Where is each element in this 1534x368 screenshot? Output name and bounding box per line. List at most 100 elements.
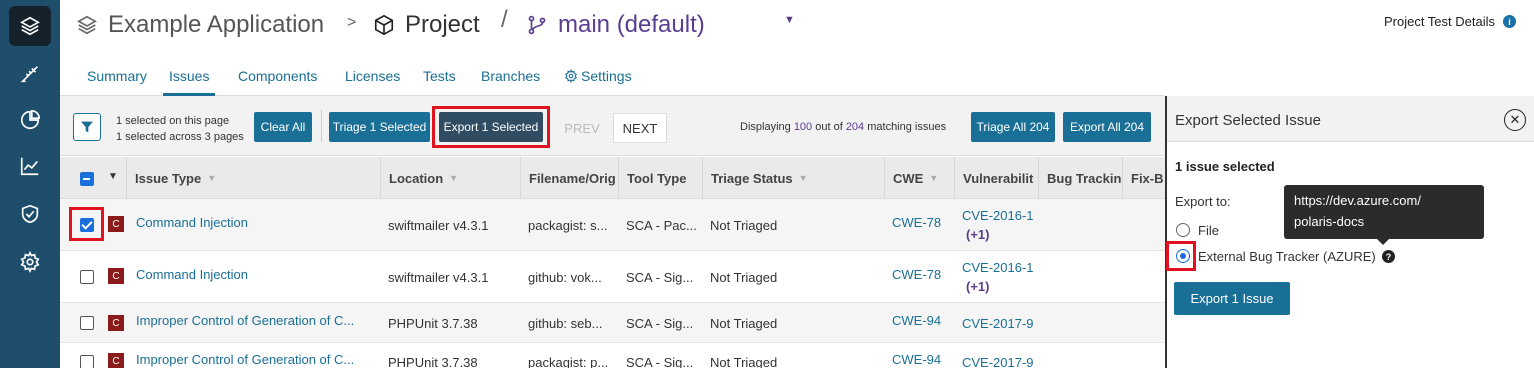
layers-icon: [77, 15, 97, 35]
clear-all-button[interactable]: Clear All: [254, 112, 312, 142]
severity-critical-badge: C: [108, 268, 124, 284]
next-page-button[interactable]: NEXT: [613, 113, 667, 143]
tab-tests[interactable]: Tests: [423, 68, 456, 96]
issues-toolbar: 1 selected on this page 1 selected acros…: [60, 96, 1165, 156]
table-row[interactable]: C Improper Control of Generation of C...…: [60, 303, 1165, 343]
vulnerability-link[interactable]: CVE-2016-1: [962, 208, 1034, 223]
col-cwe-label: CWE: [893, 170, 924, 186]
tab-licenses[interactable]: Licenses: [345, 68, 400, 96]
tool-type-cell: SCA - Sig...: [626, 355, 694, 368]
col-tool-type[interactable]: Tool Type: [618, 157, 702, 199]
export-to-label: Export to:: [1175, 194, 1231, 209]
issue-type-link[interactable]: Improper Control of Generation of C...: [136, 352, 376, 367]
ruler-icon: [20, 66, 38, 83]
tab-branches[interactable]: Branches: [481, 68, 540, 96]
selected-on-page: 1 selected on this page: [116, 115, 230, 127]
radio-file[interactable]: [1176, 223, 1190, 237]
cwe-link[interactable]: CWE-78: [892, 267, 941, 282]
nav-trends[interactable]: [9, 146, 51, 186]
display-count-info: Displaying 100 out of 204 matching issue…: [740, 121, 946, 133]
chevron-down-icon[interactable]: ▼: [784, 14, 795, 26]
col-bug-tracking[interactable]: Bug Trackin: [1038, 157, 1124, 199]
export-panel-title: Export Selected Issue: [1175, 112, 1321, 129]
table-row[interactable]: C Command Injection swiftmailer v4.3.1 g…: [60, 251, 1165, 303]
highlight-row-checkbox: [69, 207, 104, 241]
vulnerability-link[interactable]: CVE-2017-9: [962, 355, 1034, 368]
filter-button[interactable]: [73, 113, 101, 141]
table-row[interactable]: C Improper Control of Generation of C...…: [60, 343, 1165, 368]
col-issue-type-label: Issue Type: [135, 170, 202, 186]
col-vulnerability-label: Vulnerabilit: [963, 170, 1034, 186]
tool-type-cell: SCA - Sig...: [626, 316, 694, 331]
nav-ruler[interactable]: [9, 54, 51, 94]
row-checkbox[interactable]: [80, 355, 94, 368]
col-filename[interactable]: Filename/Orig: [520, 157, 618, 199]
col-location[interactable]: Location ▼: [380, 157, 520, 199]
nav-security[interactable]: [9, 194, 51, 234]
col-location-label: Location: [389, 170, 444, 186]
project-test-details-link[interactable]: Project Test Details i: [1384, 14, 1516, 29]
page-header: Example Application > Project / main (de…: [60, 0, 1534, 50]
caret-down-icon[interactable]: ▼: [108, 171, 118, 182]
project-test-details-label: Project Test Details: [1383, 14, 1495, 29]
cwe-link[interactable]: CWE-94: [892, 313, 941, 328]
export-all-button[interactable]: Export All 204: [1063, 112, 1151, 142]
url-tooltip: https://dev.azure.com/ polaris-docs: [1284, 185, 1484, 245]
tab-settings[interactable]: Settings: [564, 68, 632, 96]
gear-icon: [564, 68, 578, 84]
select-all-checkbox[interactable]: [80, 172, 94, 186]
severity-critical-badge: C: [108, 216, 124, 232]
info-icon[interactable]: i: [1503, 15, 1516, 28]
breadcrumb-project[interactable]: Project: [373, 8, 480, 42]
vulnerability-link[interactable]: CVE-2017-9: [962, 316, 1034, 331]
sort-icon: ▼: [929, 173, 939, 183]
triage-status-cell: Not Triaged: [710, 218, 778, 233]
issue-type-link[interactable]: Command Injection: [136, 267, 248, 282]
vulnerability-more[interactable]: (+1): [966, 279, 989, 294]
row-checkbox[interactable]: [80, 316, 94, 330]
cube-icon: [374, 14, 394, 36]
triage-selected-button[interactable]: Triage 1 Selected: [329, 112, 430, 142]
tab-summary[interactable]: Summary: [87, 68, 147, 96]
sort-icon: ▼: [449, 173, 459, 183]
col-triage-status[interactable]: Triage Status ▼: [702, 157, 884, 199]
nav-settings[interactable]: [9, 242, 51, 282]
tab-bar: Summary Issues Components Licenses Tests…: [60, 58, 1165, 96]
display-total: 204: [845, 121, 865, 133]
col-vulnerability[interactable]: Vulnerabilit: [954, 157, 1040, 199]
tab-issues[interactable]: Issues: [163, 68, 216, 96]
nav-layers[interactable]: [9, 6, 51, 46]
table-row[interactable]: C Command Injection swiftmailer v4.3.1 p…: [60, 199, 1165, 251]
breadcrumb-separator: >: [347, 14, 357, 31]
severity-critical-badge: C: [108, 315, 124, 331]
col-issue-type[interactable]: Issue Type ▼: [126, 157, 382, 199]
col-cwe[interactable]: CWE ▼: [884, 157, 954, 199]
tab-components[interactable]: Components: [238, 68, 317, 96]
col-triage-status-label: Triage Status: [711, 170, 793, 186]
vulnerability-more[interactable]: (+1): [966, 227, 989, 242]
vulnerability-link[interactable]: CVE-2016-1: [962, 260, 1034, 275]
breadcrumb-app[interactable]: Example Application: [76, 8, 324, 42]
help-icon[interactable]: ?: [1382, 250, 1395, 263]
col-fix-by[interactable]: Fix-B: [1122, 157, 1165, 199]
triage-all-button[interactable]: Triage All 204: [971, 112, 1055, 142]
breadcrumb-slash: /: [501, 6, 508, 33]
close-icon[interactable]: ✕: [1504, 109, 1526, 131]
issue-type-link[interactable]: Command Injection: [136, 215, 248, 230]
git-branch-icon: [528, 15, 546, 35]
col-fix-by-label: Fix-B: [1131, 170, 1164, 186]
nav-reports[interactable]: [9, 100, 51, 140]
row-checkbox[interactable]: [80, 270, 94, 284]
branch-selector[interactable]: main (default): [526, 8, 705, 42]
prev-page-button[interactable]: PREV: [555, 113, 609, 143]
col-tool-type-label: Tool Type: [627, 170, 687, 186]
left-nav-rail: [0, 0, 60, 368]
issue-type-link[interactable]: Improper Control of Generation of C...: [136, 313, 376, 328]
filename-cell: packagist: s...: [528, 218, 608, 233]
selected-count: 1 issue selected: [1175, 159, 1275, 174]
export-issue-button[interactable]: Export 1 Issue: [1174, 282, 1290, 315]
tab-settings-label: Settings: [581, 68, 632, 84]
cwe-link[interactable]: CWE-78: [892, 215, 941, 230]
cwe-link[interactable]: CWE-94: [892, 352, 941, 367]
tooltip-line-1: https://dev.azure.com/: [1294, 193, 1421, 208]
